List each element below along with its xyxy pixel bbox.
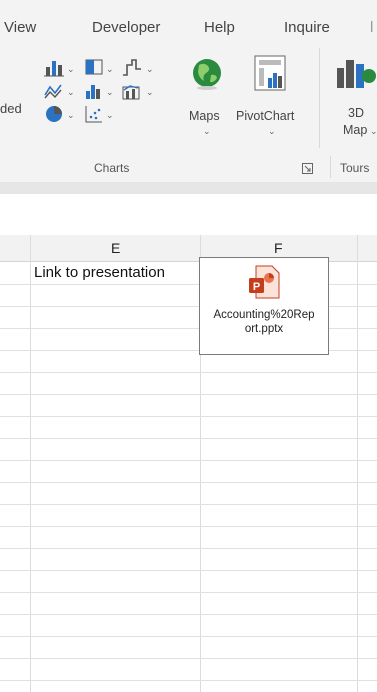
chevron-down-icon[interactable]: ⌄ (106, 87, 114, 98)
gridline-horizontal (0, 680, 377, 681)
embedded-object-filename: Accounting%20Rep ort.pptx (200, 308, 328, 336)
chevron-down-icon[interactable]: ⌄ (67, 110, 75, 121)
chevron-down-icon[interactable]: ⌄ (106, 110, 114, 121)
gridline-horizontal (0, 416, 377, 417)
3d-map-button[interactable]: 3D (348, 106, 364, 120)
chevron-down-icon[interactable]: ⌄ (370, 126, 377, 137)
chevron-down-icon[interactable]: ⌄ (106, 64, 114, 75)
gridline-horizontal (0, 614, 377, 615)
svg-text:P: P (253, 281, 260, 293)
scatter-chart-icon[interactable] (84, 104, 104, 124)
ribbon-tab-bar: View Developer Help Inquire l (0, 0, 377, 44)
powerpoint-file-icon: P (249, 265, 280, 299)
pivotchart-button[interactable]: PivotChart (236, 109, 294, 123)
cell-e1[interactable]: Link to presentation (34, 264, 165, 281)
chevron-down-icon[interactable]: ⌄ (268, 126, 276, 137)
globe-map-icon[interactable] (190, 56, 224, 90)
3d-map-label[interactable]: Map (343, 123, 367, 137)
gridline-horizontal (0, 570, 377, 571)
pivotchart-icon[interactable] (252, 54, 288, 92)
gridline-horizontal (0, 592, 377, 593)
tab-overflow[interactable]: l (370, 19, 373, 36)
gridline-horizontal (0, 548, 377, 549)
tab-help[interactable]: Help (204, 19, 235, 36)
gridline-horizontal (0, 658, 377, 659)
chevron-down-icon[interactable]: ⌄ (67, 64, 75, 75)
group-label-tours: Tours (340, 161, 370, 175)
column-header-e[interactable]: E (111, 240, 120, 256)
hierarchy-chart-icon[interactable] (84, 58, 104, 78)
filename-line-2: ort.pptx (244, 323, 284, 335)
maps-button[interactable]: Maps (189, 109, 220, 123)
pie-chart-icon[interactable] (44, 104, 64, 124)
gridline-vertical (30, 235, 31, 692)
gridline-horizontal (0, 504, 377, 505)
chevron-down-icon[interactable]: ⌄ (67, 87, 75, 98)
combo-chart-icon[interactable] (121, 81, 143, 101)
column-chart-icon[interactable] (44, 58, 66, 78)
column-header-f[interactable]: F (274, 240, 283, 256)
group-separator (330, 156, 331, 178)
gridline-horizontal (0, 438, 377, 439)
statistic-chart-icon[interactable] (84, 81, 104, 101)
gridline-horizontal (0, 460, 377, 461)
gridline-horizontal (0, 636, 377, 637)
formula-bar-area (0, 194, 377, 234)
embedded-pptx-object[interactable]: P Accounting%20Rep ort.pptx (199, 257, 329, 355)
gridline-horizontal (0, 394, 377, 395)
chevron-down-icon[interactable]: ⌄ (203, 126, 211, 137)
chevron-down-icon[interactable]: ⌄ (146, 87, 154, 98)
gridline-horizontal (0, 372, 377, 373)
gridline-vertical (357, 235, 358, 692)
3d-map-icon[interactable] (335, 54, 377, 92)
gridline-horizontal (0, 482, 377, 483)
waterfall-chart-icon[interactable] (121, 57, 143, 79)
tab-developer[interactable]: Developer (92, 19, 160, 36)
group-separator (319, 48, 320, 148)
ribbon: ded ⌄ ⌄ ⌄ ⌄ ⌄ ⌄ ⌄ ⌄ Maps ⌄ PivotChart ⌄ … (0, 44, 377, 182)
gridline-horizontal (0, 526, 377, 527)
ribbon-bottom-border (0, 182, 377, 194)
line-chart-icon[interactable] (44, 81, 66, 101)
dialog-launcher-icon[interactable] (302, 163, 313, 174)
filename-line-1: Accounting%20Rep (213, 309, 315, 321)
group-label-charts: Charts (94, 161, 130, 175)
chevron-down-icon[interactable]: ⌄ (146, 64, 154, 75)
tab-inquire[interactable]: Inquire (284, 19, 330, 36)
tab-view[interactable]: View (4, 19, 36, 36)
cutoff-command-label[interactable]: ded (0, 101, 22, 116)
